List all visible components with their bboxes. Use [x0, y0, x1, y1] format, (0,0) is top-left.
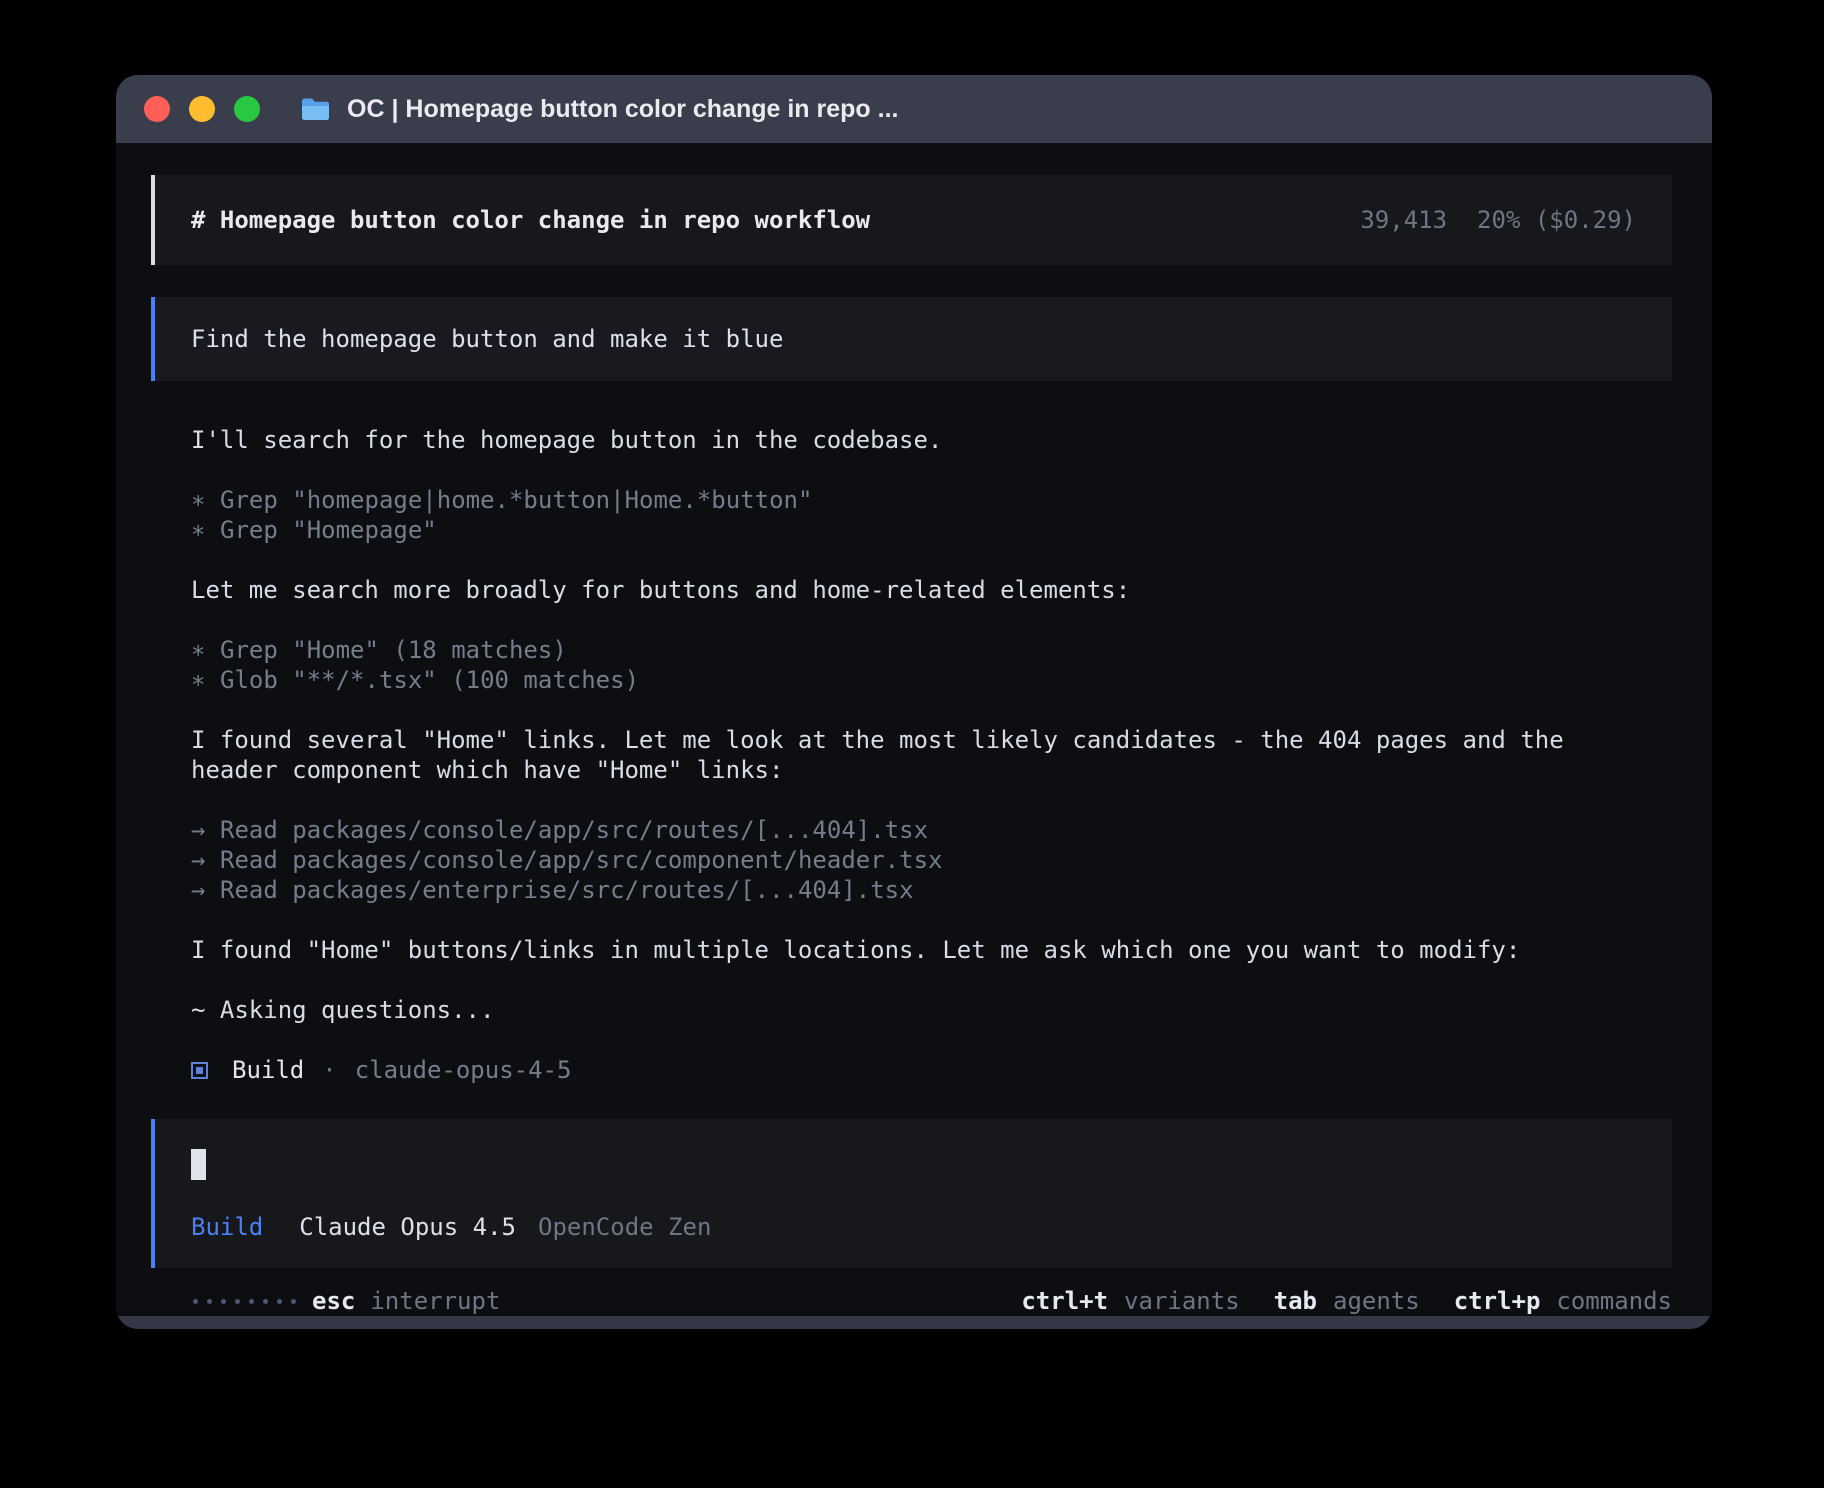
ctrl-p-key-label: ctrl+p — [1454, 1286, 1541, 1316]
session-header: # Homepage button color change in repo w… — [151, 175, 1672, 265]
tool-call-text: Grep "homepage|home.*button|Home.*button… — [220, 486, 812, 514]
token-count: 39,413 — [1360, 205, 1447, 235]
tool-call-text: Grep "Homepage" — [220, 516, 437, 544]
spinner-dot — [249, 1299, 254, 1304]
tool-call-text: Glob "**/*.tsx" (100 matches) — [220, 666, 639, 694]
tool-call-text: Read packages/console/app/src/routes/[..… — [220, 816, 928, 844]
agent-name: Build — [232, 1055, 304, 1085]
tool-call-read: →Read packages/enterprise/src/routes/[..… — [191, 875, 1672, 905]
close-button[interactable] — [144, 96, 170, 122]
tool-bullet-icon: ∗ — [191, 635, 220, 665]
tool-call-group: ∗Grep "Home" (18 matches) ∗Glob "**/*.ts… — [191, 635, 1672, 695]
agent-mode-label: Build — [191, 1212, 263, 1242]
context-cost: 20% ($0.29) — [1477, 205, 1636, 235]
tab-key-label: tab — [1274, 1286, 1317, 1316]
user-message-text: Find the homepage button and make it blu… — [191, 325, 783, 353]
keyboard-hints: ctrl+t variants tab agents ctrl+p comman… — [1021, 1286, 1672, 1316]
tool-call-text: Read packages/enterprise/src/routes/[...… — [220, 876, 914, 904]
agent-status-line: Build · claude-opus-4-5 — [191, 1055, 1672, 1085]
spinner-dot — [235, 1299, 240, 1304]
session-title: # Homepage button color change in repo w… — [191, 205, 870, 235]
assistant-paragraph: I found "Home" buttons/links in multiple… — [191, 935, 1641, 965]
tool-call-text: Read packages/console/app/src/component/… — [220, 846, 942, 874]
folder-icon — [300, 97, 331, 122]
agents-label: agents — [1333, 1286, 1420, 1316]
tool-call-grep: ∗Grep "Homepage" — [191, 515, 1672, 545]
dot-separator: · — [322, 1055, 336, 1085]
spinner-dots — [193, 1299, 296, 1304]
tool-call-glob: ∗Glob "**/*.tsx" (100 matches) — [191, 665, 1672, 695]
ctrl-t-key-label: ctrl+t — [1021, 1286, 1108, 1316]
zoom-button[interactable] — [234, 96, 260, 122]
titlebar-title-group: OC | Homepage button color change in rep… — [300, 95, 898, 124]
tool-bullet-icon: ∗ — [191, 515, 220, 545]
arrow-right-icon: → — [191, 875, 220, 905]
user-message: Find the homepage button and make it blu… — [151, 297, 1672, 381]
variants-label: variants — [1124, 1286, 1240, 1316]
model-name: claude-opus-4-5 — [355, 1055, 572, 1085]
minimize-button[interactable] — [189, 96, 215, 122]
agents-hint: tab agents — [1274, 1286, 1420, 1316]
window-titlebar[interactable]: OC | Homepage button color change in rep… — [116, 75, 1712, 143]
tool-call-group: →Read packages/console/app/src/routes/[.… — [191, 815, 1672, 905]
tool-bullet-icon: ∗ — [191, 485, 220, 515]
tool-call-text: Grep "Home" (18 matches) — [220, 636, 567, 664]
terminal-content: # Homepage button color change in repo w… — [116, 143, 1712, 1316]
tool-call-group: ∗Grep "homepage|home.*button|Home.*butto… — [191, 485, 1672, 545]
assistant-paragraph: I'll search for the homepage button in t… — [191, 425, 1641, 455]
window-title: OC | Homepage button color change in rep… — [347, 95, 898, 124]
window-bottom-edge — [116, 1316, 1712, 1329]
session-stats: 39,413 20% ($0.29) — [1360, 205, 1636, 235]
input-provider-label: OpenCode Zen — [538, 1212, 711, 1242]
spinner-dot — [221, 1299, 226, 1304]
commands-hint: ctrl+p commands — [1454, 1286, 1672, 1316]
interrupt-hint: esc interrupt — [312, 1286, 500, 1316]
tool-call-read: →Read packages/console/app/src/routes/[.… — [191, 815, 1672, 845]
tool-bullet-icon: ∗ — [191, 665, 220, 695]
status-footer: esc interrupt ctrl+t variants tab agents… — [151, 1286, 1672, 1316]
tool-call-grep: ∗Grep "Home" (18 matches) — [191, 635, 1672, 665]
agent-square-icon — [191, 1062, 208, 1079]
arrow-right-icon: → — [191, 845, 220, 875]
variants-hint: ctrl+t variants — [1021, 1286, 1239, 1316]
prompt-input[interactable]: Build Claude Opus 4.5 OpenCode Zen — [151, 1119, 1672, 1268]
terminal-window: OC | Homepage button color change in rep… — [116, 75, 1712, 1329]
spinner-dot — [291, 1299, 296, 1304]
tool-call-read: →Read packages/console/app/src/component… — [191, 845, 1672, 875]
assistant-transcript: I'll search for the homepage button in t… — [151, 425, 1672, 1103]
arrow-right-icon: → — [191, 815, 220, 845]
assistant-paragraph: Let me search more broadly for buttons a… — [191, 575, 1641, 605]
traffic-lights — [144, 96, 260, 122]
interrupt-label: interrupt — [370, 1286, 500, 1316]
input-model-label: Claude Opus 4.5 — [299, 1212, 516, 1242]
working-status-text: ~ Asking questions... — [191, 995, 1641, 1025]
esc-key-label: esc — [312, 1286, 355, 1316]
spinner-dot — [263, 1299, 268, 1304]
text-cursor — [191, 1149, 206, 1180]
spinner-dot — [193, 1299, 198, 1304]
commands-label: commands — [1556, 1286, 1672, 1316]
input-mode-row: Build Claude Opus 4.5 OpenCode Zen — [191, 1212, 1636, 1242]
spinner-dot — [277, 1299, 282, 1304]
spinner-dot — [207, 1299, 212, 1304]
tool-call-grep: ∗Grep "homepage|home.*button|Home.*butto… — [191, 485, 1672, 515]
assistant-paragraph: I found several "Home" links. Let me loo… — [191, 725, 1641, 785]
